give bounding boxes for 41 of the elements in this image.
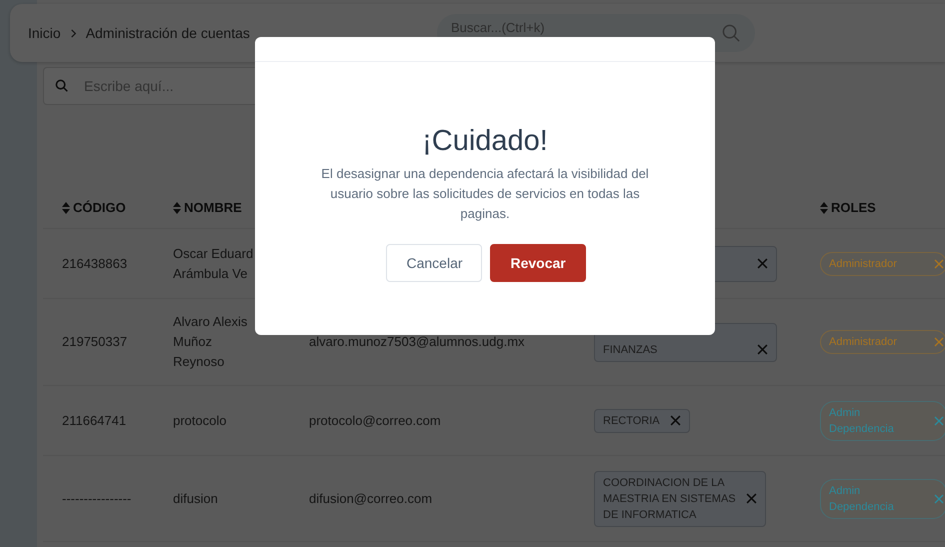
table-cell-text: alvaro.munoz7503@alumnos.udg.mx bbox=[309, 333, 525, 351]
remove-icon[interactable] bbox=[746, 493, 757, 504]
dependency-name: COORDINACION DE LA MAESTRIA EN SISTEMAS DE INFORMATICA bbox=[603, 476, 736, 522]
dialog-title: ¡Cuidado! bbox=[421, 124, 549, 158]
table-cell-text: ---------------- bbox=[62, 490, 132, 508]
remove-icon[interactable] bbox=[934, 258, 944, 268]
remove-icon[interactable] bbox=[934, 337, 944, 347]
role-chip: Administrador bbox=[820, 252, 945, 276]
sort-icon bbox=[62, 202, 70, 214]
remove-icon[interactable] bbox=[757, 258, 768, 269]
column-header[interactable]: NOMBRE bbox=[173, 200, 242, 216]
table-cell-text: 216438863 bbox=[62, 254, 128, 272]
breadcrumb-link[interactable]: Administración de cuentas bbox=[86, 25, 250, 41]
table-cell-text: difusion bbox=[173, 490, 218, 508]
breadcrumb-link[interactable]: Inicio bbox=[28, 25, 61, 41]
table-cell-text: 219750337 bbox=[62, 333, 128, 351]
table-cell-text: Oscar Eduard Arámbula Ve bbox=[173, 244, 254, 282]
role-chip: Admin Dependencia bbox=[820, 400, 945, 440]
dependency-name: RECTORIA bbox=[603, 414, 660, 428]
column-header[interactable]: CÓDIGO bbox=[62, 200, 126, 216]
remove-icon[interactable] bbox=[670, 415, 681, 426]
column-header[interactable]: ROLES bbox=[820, 200, 876, 216]
revoke-button[interactable]: Revocar bbox=[490, 244, 586, 282]
remove-icon[interactable] bbox=[757, 344, 768, 355]
cancel-button[interactable]: Cancelar bbox=[386, 244, 482, 282]
sort-icon bbox=[820, 202, 828, 214]
table-cell-text: protocolo bbox=[173, 412, 226, 430]
remove-icon[interactable] bbox=[934, 494, 944, 504]
search-icon bbox=[55, 79, 69, 93]
dependency-name: FINANZAS bbox=[603, 342, 658, 358]
role-chip: Administrador bbox=[820, 330, 945, 354]
remove-icon[interactable] bbox=[934, 416, 944, 426]
table-cell-text: Alvaro Alexis Muñoz Reynoso bbox=[173, 313, 248, 371]
table-cell-text: difusion@correo.com bbox=[309, 490, 432, 508]
sort-icon bbox=[173, 202, 181, 214]
role-chip: Admin Dependencia bbox=[820, 478, 945, 518]
table-cell-text: protocolo@correo.com bbox=[309, 412, 441, 430]
table-cell-text: 211664741 bbox=[62, 412, 126, 430]
dialog-message: El desasignar una dependencia afectará la visibilidad del usuario sobre las solicitudes de servicios en todas las paginas. bbox=[320, 165, 650, 223]
search-icon bbox=[722, 24, 741, 43]
chevron-right-icon bbox=[68, 28, 78, 38]
